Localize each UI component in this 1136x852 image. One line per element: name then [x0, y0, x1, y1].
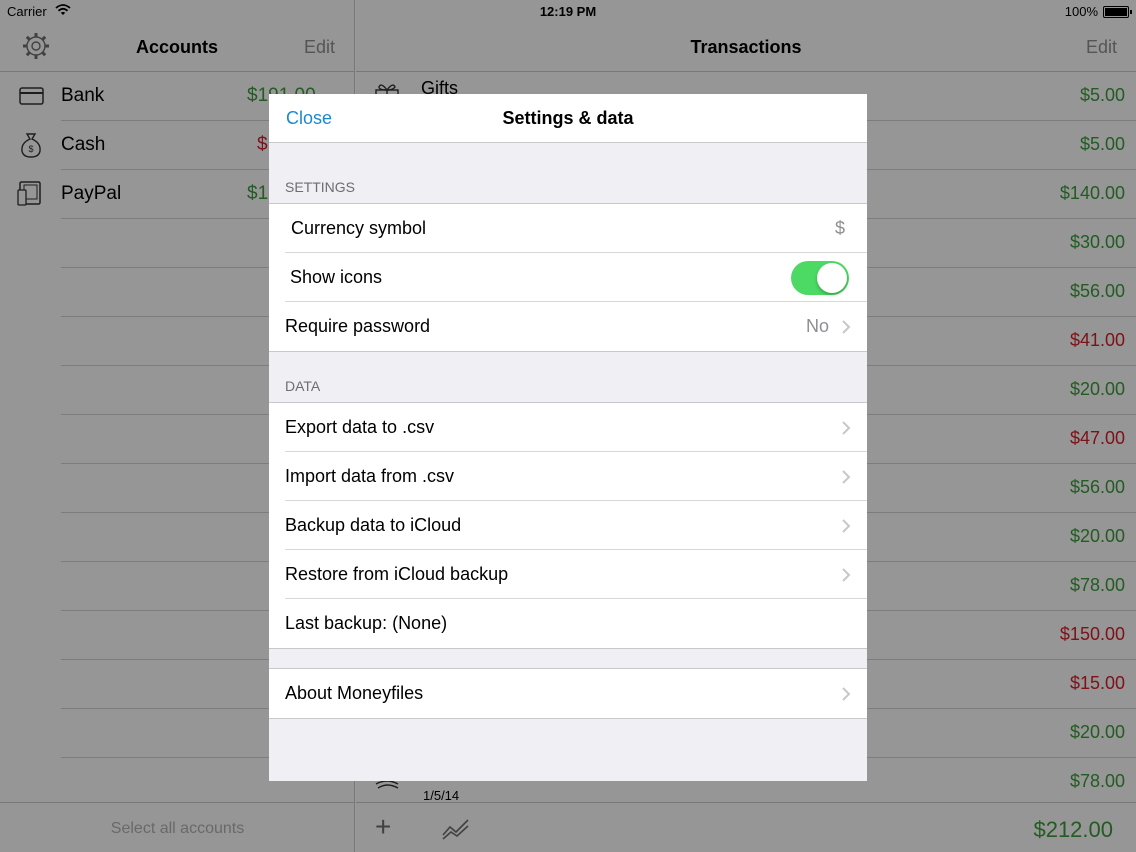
currency-symbol-value: $	[834, 218, 845, 238]
show-icons-row: Show icons	[269, 253, 867, 302]
restore-icloud-label: Restore from iCloud backup	[285, 564, 509, 584]
toggle-knob	[817, 263, 847, 293]
about-row[interactable]: About Moneyfiles	[269, 669, 867, 718]
last-backup-label: Last backup: (None)	[285, 613, 448, 633]
chevron-right-icon	[842, 687, 851, 701]
settings-modal: Close Settings & data SETTINGS Currency …	[269, 94, 867, 781]
about-group: About Moneyfiles	[269, 668, 867, 719]
show-icons-toggle[interactable]	[791, 261, 849, 295]
require-password-row[interactable]: Require password No	[269, 302, 867, 351]
backup-icloud-label: Backup data to iCloud	[285, 515, 462, 535]
chevron-right-icon	[842, 568, 851, 582]
show-icons-label: Show icons	[290, 267, 383, 287]
export-csv-label: Export data to .csv	[285, 417, 435, 437]
last-backup-row: Last backup: (None)	[269, 599, 867, 648]
currency-symbol-row[interactable]: Currency symbol $	[269, 204, 867, 253]
chevron-right-icon	[842, 470, 851, 484]
settings-group: Currency symbol $ Show icons Require pas…	[269, 203, 867, 352]
chevron-right-icon	[842, 320, 851, 334]
restore-icloud-row[interactable]: Restore from iCloud backup	[269, 550, 867, 599]
about-label: About Moneyfiles	[285, 683, 424, 703]
import-csv-row[interactable]: Import data from .csv	[269, 452, 867, 501]
backup-icloud-row[interactable]: Backup data to iCloud	[269, 501, 867, 550]
data-section-header: DATA	[285, 378, 321, 394]
currency-symbol-label: Currency symbol	[291, 218, 427, 238]
chevron-right-icon	[842, 421, 851, 435]
require-password-value: No	[805, 316, 829, 336]
data-group: Export data to .csv Import data from .cs…	[269, 402, 867, 649]
chevron-right-icon	[842, 519, 851, 533]
settings-section-header: SETTINGS	[285, 179, 356, 195]
export-csv-row[interactable]: Export data to .csv	[269, 403, 867, 452]
modal-title: Settings & data	[502, 108, 634, 128]
modal-header: Close Settings & data	[269, 94, 867, 143]
import-csv-label: Import data from .csv	[285, 466, 455, 486]
require-password-label: Require password	[285, 316, 431, 336]
